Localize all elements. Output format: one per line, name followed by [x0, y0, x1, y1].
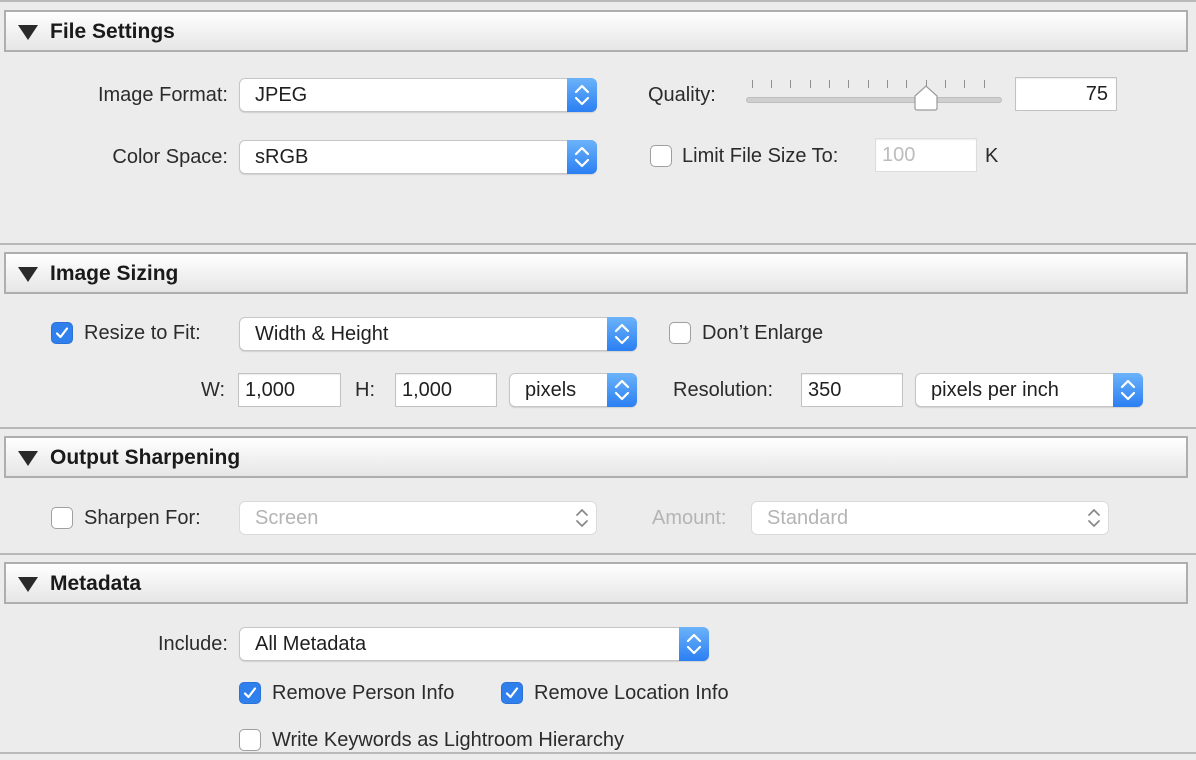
- up-down-chevron-icon: [567, 501, 597, 535]
- include-label: Include:: [157, 633, 228, 655]
- popup-value: pixels: [525, 379, 577, 401]
- field-value: 350: [808, 379, 842, 401]
- up-down-chevron-icon: [567, 78, 597, 112]
- image-sizing-header[interactable]: Image Sizing: [4, 252, 1188, 294]
- slider-tick: [906, 80, 907, 88]
- height-field[interactable]: 1,000: [395, 373, 497, 407]
- field-value: 1,000: [402, 379, 453, 401]
- popup-value: Width & Height: [255, 323, 389, 345]
- quality-label: Quality:: [648, 84, 716, 106]
- popup-value: pixels per inch: [931, 379, 1059, 401]
- quality-field[interactable]: 75: [1015, 77, 1117, 111]
- metadata-header[interactable]: Metadata: [4, 562, 1188, 604]
- resolution-label: Resolution:: [673, 379, 774, 401]
- bottom-divider: [0, 752, 1196, 754]
- section-divider: [0, 427, 1196, 429]
- slider-tick: [790, 80, 791, 88]
- popup-value: Standard: [767, 507, 849, 529]
- checkmark-icon: [243, 687, 257, 699]
- section-divider: [0, 553, 1196, 555]
- field-value: 1,000: [245, 379, 296, 401]
- slider-tick: [887, 80, 888, 88]
- slider-knob[interactable]: [913, 84, 939, 112]
- width-field[interactable]: 1,000: [238, 373, 341, 407]
- checkmark-icon: [55, 327, 69, 339]
- amount-popup[interactable]: Standard: [751, 501, 1109, 535]
- file-settings-header[interactable]: File Settings: [4, 10, 1188, 52]
- slider-tick: [984, 80, 985, 88]
- up-down-chevron-icon: [679, 627, 709, 661]
- up-down-chevron-icon: [607, 317, 637, 351]
- popup-value: sRGB: [255, 146, 309, 168]
- resize-to-fit-label: Resize to Fit:: [84, 322, 201, 344]
- section-divider: [0, 243, 1196, 245]
- disclosure-triangle-icon[interactable]: [18, 25, 38, 40]
- sharpen-for-label: Sharpen For:: [84, 507, 201, 529]
- slider-tick: [810, 80, 811, 88]
- resize-to-fit-checkbox[interactable]: [51, 322, 73, 344]
- popup-value: Screen: [255, 507, 319, 529]
- field-value: 100: [882, 144, 916, 166]
- slider-tick: [771, 80, 772, 88]
- sharpen-for-popup[interactable]: Screen: [239, 501, 597, 535]
- section-title: File Settings: [50, 20, 175, 43]
- resize-mode-popup[interactable]: Width & Height: [239, 317, 637, 351]
- color-space-popup[interactable]: sRGB: [239, 140, 597, 174]
- up-down-chevron-icon: [1079, 501, 1109, 535]
- resolution-units-popup[interactable]: pixels per inch: [915, 373, 1143, 407]
- slider-tick: [848, 80, 849, 88]
- write-keywords-label: Write Keywords as Lightroom Hierarchy: [272, 729, 624, 751]
- disclosure-triangle-icon[interactable]: [18, 267, 38, 282]
- slider-tick: [829, 80, 830, 88]
- remove-person-info-checkbox[interactable]: [239, 682, 261, 704]
- slider-tick: [964, 80, 965, 88]
- section-title: Output Sharpening: [50, 446, 241, 469]
- color-space-label: Color Space:: [112, 146, 228, 168]
- disclosure-triangle-icon[interactable]: [18, 577, 38, 592]
- limit-file-size-field[interactable]: 100: [875, 138, 977, 172]
- up-down-chevron-icon: [1113, 373, 1143, 407]
- units-popup[interactable]: pixels: [509, 373, 637, 407]
- resolution-field[interactable]: 350: [801, 373, 903, 407]
- dont-enlarge-checkbox[interactable]: [669, 322, 691, 344]
- up-down-chevron-icon: [567, 140, 597, 174]
- image-format-popup[interactable]: JPEG: [239, 78, 597, 112]
- file-size-unit: K: [985, 145, 999, 167]
- slider-tick: [945, 80, 946, 88]
- checkmark-icon: [505, 687, 519, 699]
- top-divider: [0, 0, 1196, 2]
- height-label: H:: [355, 379, 375, 401]
- popup-value: All Metadata: [255, 633, 367, 655]
- disclosure-triangle-icon[interactable]: [18, 451, 38, 466]
- slider-tick: [752, 80, 753, 88]
- remove-location-info-checkbox[interactable]: [501, 682, 523, 704]
- amount-label: Amount:: [652, 507, 727, 529]
- limit-file-size-label: Limit File Size To:: [682, 145, 839, 167]
- write-keywords-checkbox[interactable]: [239, 729, 261, 751]
- slider-tick: [868, 80, 869, 88]
- limit-file-size-checkbox[interactable]: [650, 145, 672, 167]
- width-label: W:: [201, 379, 226, 401]
- remove-location-info-label: Remove Location Info: [534, 682, 729, 704]
- include-popup[interactable]: All Metadata: [239, 627, 709, 661]
- image-format-label: Image Format:: [97, 84, 228, 106]
- sharpen-for-checkbox[interactable]: [51, 507, 73, 529]
- field-value: 75: [1085, 83, 1108, 105]
- dont-enlarge-label: Don’t Enlarge: [702, 322, 824, 344]
- section-title: Image Sizing: [50, 262, 179, 285]
- remove-person-info-label: Remove Person Info: [272, 682, 455, 704]
- slider-track[interactable]: [746, 97, 1002, 103]
- output-sharpening-header[interactable]: Output Sharpening: [4, 436, 1188, 478]
- section-title: Metadata: [50, 572, 142, 595]
- up-down-chevron-icon: [607, 373, 637, 407]
- popup-value: JPEG: [255, 84, 308, 106]
